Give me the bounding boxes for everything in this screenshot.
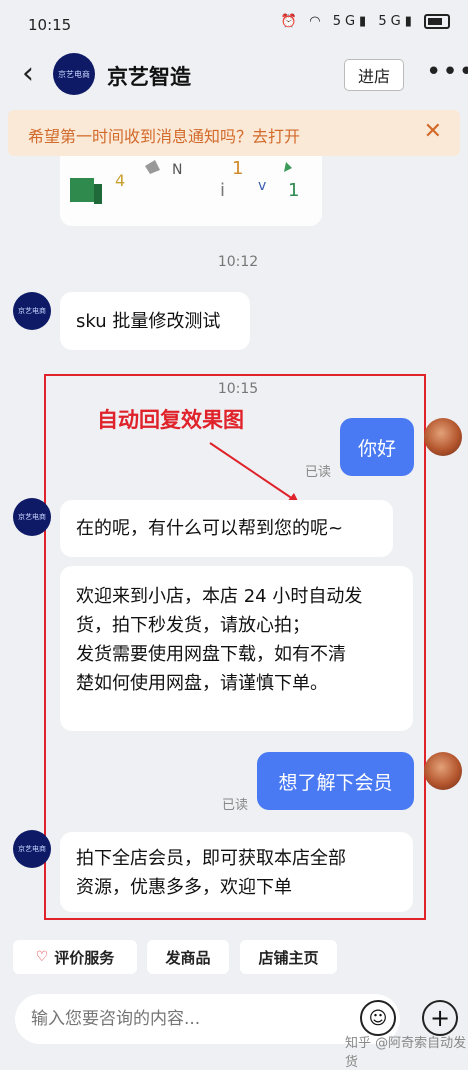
shop-avatar-text: 京艺电商 xyxy=(58,69,90,79)
alarm-icon: ⏰ xyxy=(280,14,302,29)
shop-avatar-small[interactable]: 京艺电商 xyxy=(13,292,51,330)
avatar-text: 京艺电商 xyxy=(18,845,46,853)
message-line: 货，拍下秒发货，请放心拍； xyxy=(76,615,310,636)
message-bubble[interactable]: 在的呢，有什么可以帮到您的呢~ xyxy=(60,500,393,557)
my-message-bubble[interactable]: 你好 xyxy=(340,418,414,476)
illustration-image: 4 N i 1 v 1 xyxy=(60,156,322,226)
svg-text:i: i xyxy=(220,180,225,201)
signal-icon: ▮ xyxy=(359,14,371,29)
timestamp: 10:12 xyxy=(217,254,259,270)
message-line: 拍下全店会员，即可获取本店全部 xyxy=(76,848,346,869)
shop-avatar[interactable]: 京艺电商 xyxy=(53,53,95,95)
svg-text:v: v xyxy=(258,178,266,194)
message-line: 资源，优惠多多，欢迎下单 xyxy=(76,877,292,898)
user-avatar[interactable] xyxy=(424,418,462,456)
avatar-text: 京艺电商 xyxy=(18,513,46,521)
svg-text:1: 1 xyxy=(288,180,299,201)
wifi-icon: ◠ xyxy=(309,14,325,29)
svg-text:1: 1 xyxy=(232,158,243,179)
heart-hand-icon: ♡ xyxy=(35,949,49,965)
products-button[interactable]: 发商品 xyxy=(147,940,229,974)
message-line: 发货需要使用网盘下载，如有不清 xyxy=(76,644,346,665)
close-icon[interactable]: ✕ xyxy=(424,119,442,144)
review-service-label: 评价服务 xyxy=(54,948,115,967)
message-bubble[interactable]: sku 批量修改测试 xyxy=(60,292,250,350)
message-bubble[interactable]: 欢迎来到小店，本店 24 小时自动发 货，拍下秒发货，请放心拍； 发货需要使用网… xyxy=(60,566,413,731)
shop-name[interactable]: 京艺智造 xyxy=(107,61,191,91)
my-message-bubble[interactable]: 想了解下会员 xyxy=(257,752,414,810)
review-service-button[interactable]: ♡ 评价服务 xyxy=(13,940,137,974)
shop-home-button[interactable]: 店铺主页 xyxy=(240,940,337,974)
avatar-text: 京艺电商 xyxy=(18,307,46,315)
shop-avatar-small[interactable]: 京艺电商 xyxy=(13,830,51,868)
user-avatar[interactable] xyxy=(424,752,462,790)
status-icons: ⏰ ◠ 5G▮ 5G▮ xyxy=(281,14,450,29)
more-icon[interactable]: ••• xyxy=(426,57,468,87)
annotation-text: 自动回复效果图 xyxy=(97,408,244,432)
read-receipt: 已读 xyxy=(222,798,249,813)
read-receipt: 已读 xyxy=(305,465,332,480)
signal-icon-2: ▮ xyxy=(404,14,416,29)
battery-icon xyxy=(424,14,450,29)
notification-text[interactable]: 希望第一时间收到消息通知吗？去打开 xyxy=(28,123,300,147)
message-input[interactable] xyxy=(15,994,400,1044)
shop-avatar-small[interactable]: 京艺电商 xyxy=(13,498,51,536)
message-bubble[interactable]: 拍下全店会员，即可获取本店全部 资源，优惠多多，欢迎下单 xyxy=(60,832,413,912)
timestamp: 10:15 xyxy=(217,381,259,397)
signal-label-1: 5G xyxy=(332,14,360,29)
notification-banner[interactable]: 希望第一时间收到消息通知吗？去打开 ✕ xyxy=(8,110,460,156)
status-bar: 10:15 ⏰ ◠ 5G▮ 5G▮ xyxy=(0,0,468,50)
back-icon[interactable]: ‹ xyxy=(22,56,34,91)
svg-text:4: 4 xyxy=(115,171,125,190)
watermark: 知乎 @阿奇索自动发货 xyxy=(345,1036,467,1070)
input-bar: ☺ + 知乎 @阿奇索自动发货 xyxy=(0,982,468,1070)
plus-icon[interactable]: + xyxy=(422,1000,458,1036)
illustration-graphic: 4 N i 1 v 1 xyxy=(70,158,299,204)
signal-label-2: 5G xyxy=(378,14,405,29)
emoji-icon[interactable]: ☺ xyxy=(360,1000,396,1036)
svg-text:N: N xyxy=(172,162,182,178)
status-time: 10:15 xyxy=(28,16,72,34)
enter-shop-button[interactable]: 进店 xyxy=(344,59,404,91)
chat-header: ‹ 京艺电商 京艺智造 进店 ••• xyxy=(0,50,468,100)
message-line: 欢迎来到小店，本店 24 小时自动发 xyxy=(76,586,363,607)
message-line: 楚如何使用网盘，请谨慎下单。 xyxy=(76,673,328,694)
